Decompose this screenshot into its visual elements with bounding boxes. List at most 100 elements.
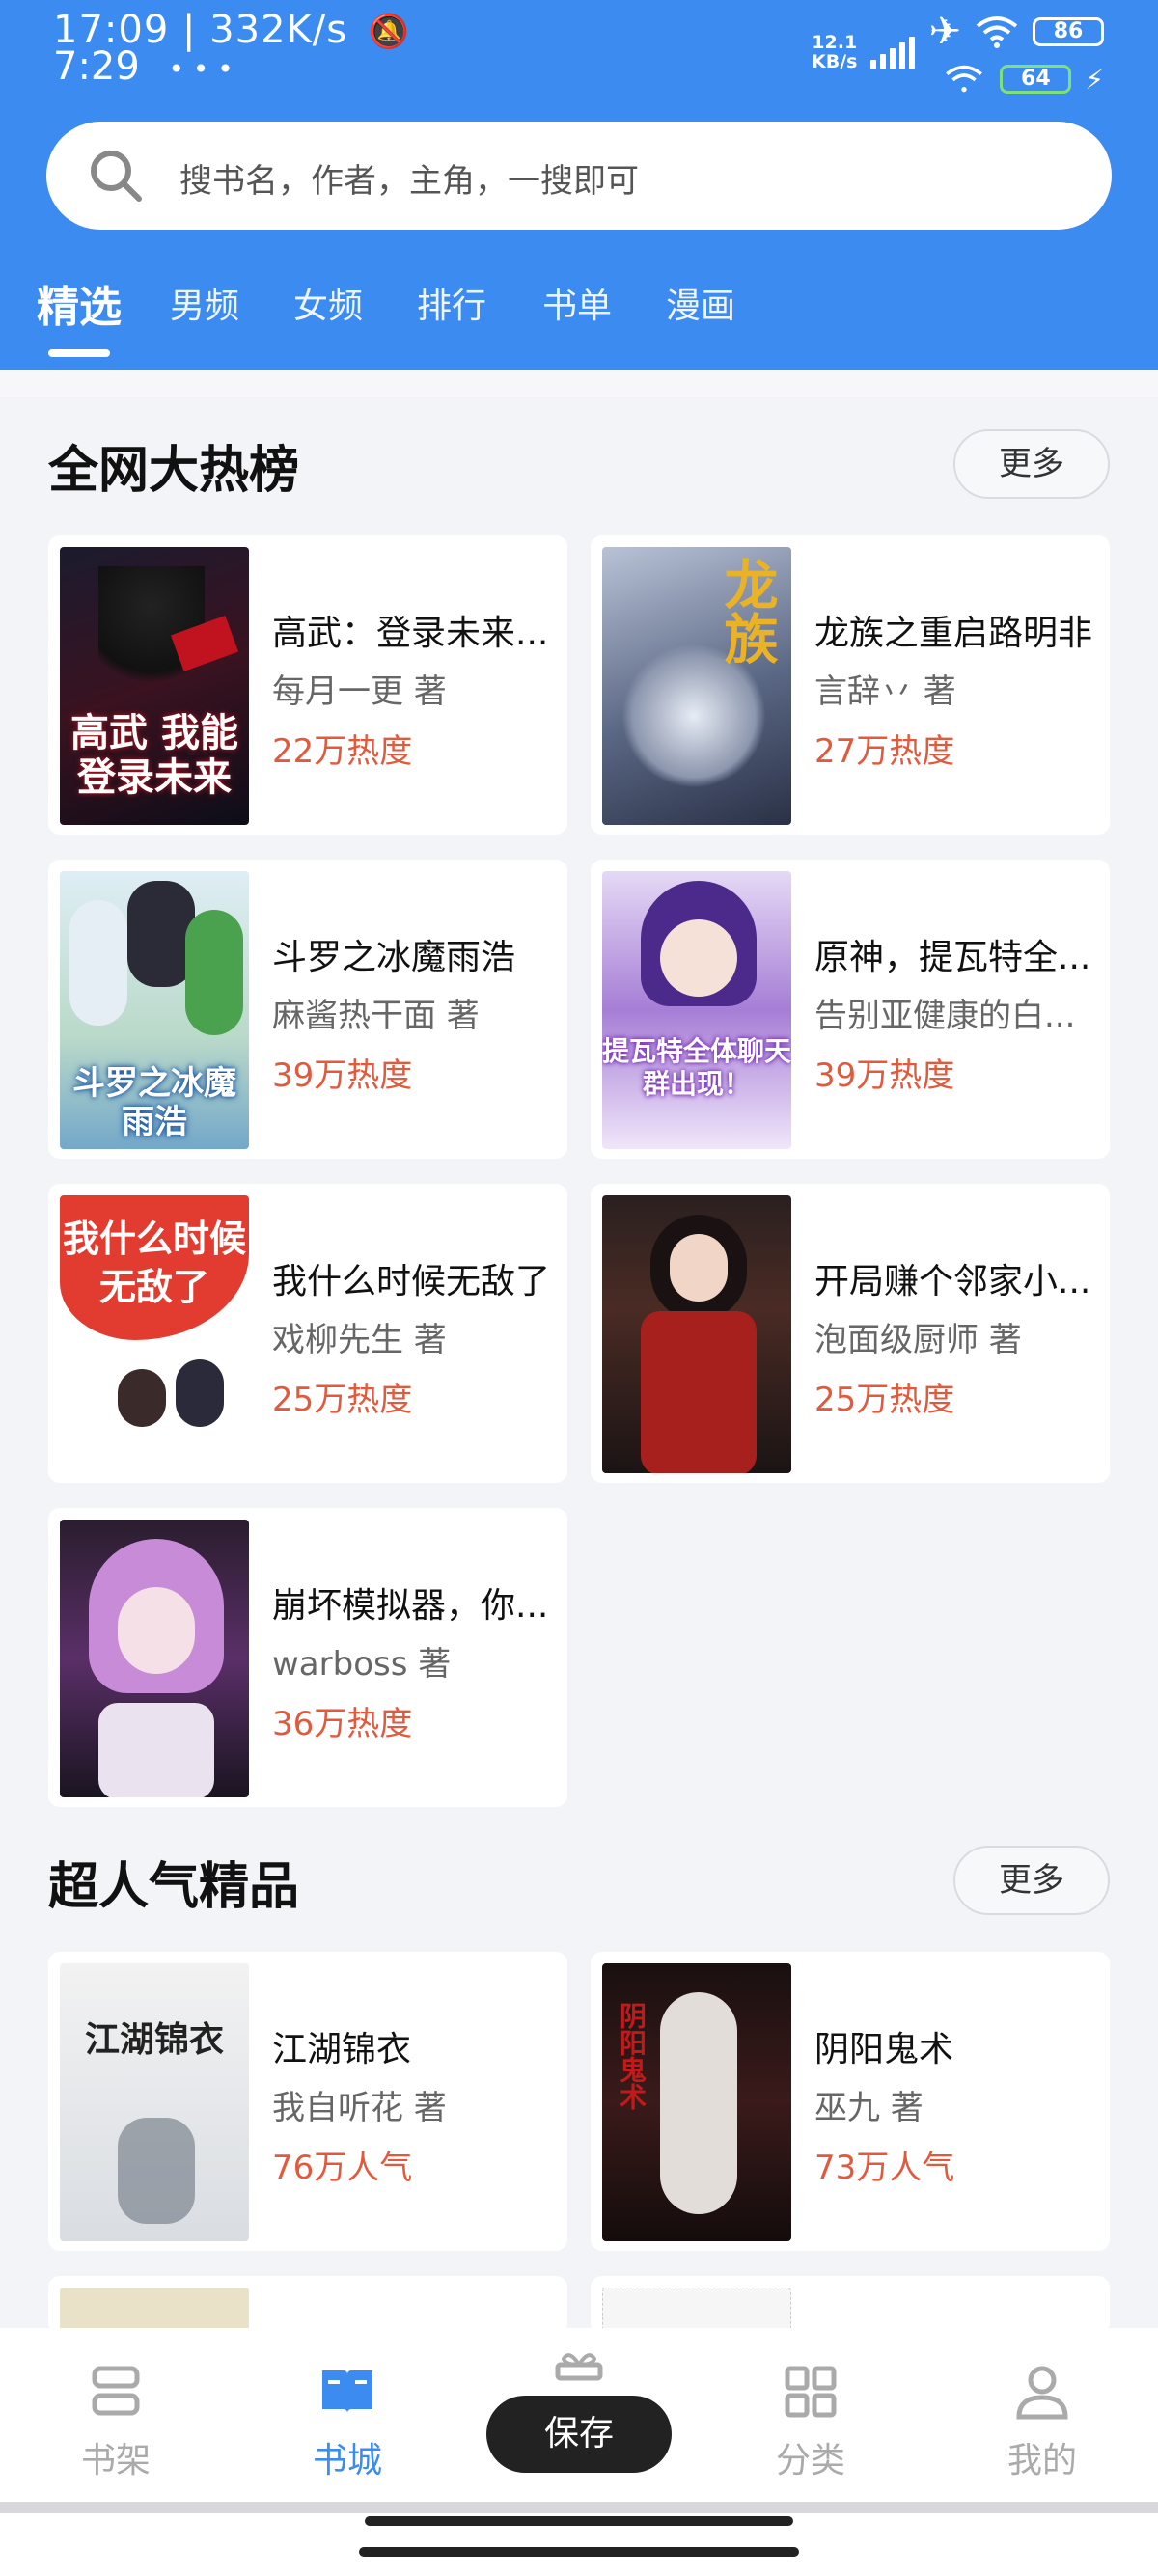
search-bar[interactable]: 搜书名，作者，主角，一搜即可 [46,122,1112,230]
book-card[interactable] [591,2276,1110,2328]
book-author: 每月一更 著 [272,672,447,711]
book-title: 高武：登录未来... [272,614,549,653]
book-title: 开局赚个邻家小... [814,1262,1091,1302]
cover-title: 斗罗之冰魔雨浩 [72,1064,236,1141]
book-cover [602,1195,791,1473]
nav-label: 我的 [1006,2441,1077,2480]
book-popularity: 36万热度 [272,1705,413,1743]
book-author: 泡面级厨师 著 [814,1321,1022,1359]
tab-indicator [48,349,110,357]
book-card[interactable]: 提瓦特全体聊天群出现！ 原神，提瓦特全... 告别亚健康的白... 39万热度 [591,860,1110,1159]
search-icon [91,151,142,202]
airplane-icon: ✈ [928,9,961,54]
nav-category[interactable]: 分类 [695,2328,926,2502]
book-card[interactable]: 高武 我能登录未来 高武：登录未来... 每月一更 著 22万热度 [48,535,567,835]
book-cover: 我什么时候无敌了 [60,1195,249,1473]
mute-bell-icon: 🔕 [368,13,411,51]
status-time-secondary: 7:29 [53,44,140,89]
book-cover [60,1520,249,1797]
book-popularity: 73万人气 [814,2149,955,2187]
book-card[interactable]: 阴阳鬼术 阴阳鬼术 巫九 著 73万人气 [591,1952,1110,2251]
tab-featured[interactable]: 精选 [37,272,122,334]
person-icon [1016,2366,1068,2420]
book-card[interactable] [48,2276,567,2328]
book-popularity: 22万热度 [272,732,413,771]
more-button-hot[interactable]: 更多 [953,429,1110,499]
book-card[interactable]: 我什么时候无敌了 我什么时候无敌了 戏柳先生 著 25万热度 [48,1184,567,1483]
nav-profile[interactable]: 我的 [926,2328,1158,2502]
book-title: 阴阳鬼术 [814,2030,954,2069]
book-title: 我什么时候无敌了 [272,1262,551,1302]
notification-dots-icon: • • • [159,52,234,85]
more-button-popular[interactable]: 更多 [953,1846,1110,1915]
net-speed: 12.1 KB/s [812,32,858,72]
main-content: 全网大热榜 更多 高武 我能登录未来 高武：登录未来... 每月一更 著 22万… [0,370,1158,2328]
book-popularity: 39万热度 [814,1056,955,1095]
wifi-icon [976,15,1018,48]
book-author: 巫九 著 [814,2089,924,2127]
cover-title: 江湖锦衣 [84,2020,224,2060]
nav-bookstore[interactable]: 书城 [232,2328,463,2502]
save-toast[interactable]: 保存 [486,2396,672,2473]
nav-label: 书架 [80,2441,151,2480]
charging-icon: ⚡ [1085,63,1104,96]
app-header: 17:09 | 332K/s 🔕 7:29 • • • 12.1 KB/s ✈ [0,0,1158,370]
cover-title: 提瓦特全体聊天群出现！ [602,1035,791,1100]
book-cover: 江湖锦衣 [60,1963,249,2241]
tab-female[interactable]: 女频 [293,278,363,328]
book-title: 龙族之重启路明非 [814,614,1093,653]
book-popularity: 39万热度 [272,1056,413,1095]
cover-title: 高武 我能登录未来 [70,711,238,800]
tab-comics[interactable]: 漫画 [666,278,735,328]
status-bar: 17:09 | 332K/s 🔕 7:29 • • • 12.1 KB/s ✈ [0,0,1158,106]
book-card[interactable]: 斗罗之冰魔雨浩 斗罗之冰魔雨浩 麻酱热干面 著 39万热度 [48,860,567,1159]
cover-title: 阴阳鬼术 [616,2002,648,2110]
book-author: 戏柳先生 著 [272,1321,447,1359]
tab-ranking[interactable]: 排行 [417,278,486,328]
nav-label: 书城 [312,2441,382,2480]
book-card[interactable]: 江湖锦衣 江湖锦衣 我自听花 著 76万人气 [48,1952,567,2251]
bookshelf-icon [92,2366,140,2416]
book-popularity: 25万热度 [814,1381,955,1419]
book-author: 我自听花 著 [272,2089,447,2127]
book-cover [60,2288,249,2328]
tab-booklist[interactable]: 书单 [542,278,612,328]
search-placeholder: 搜书名，作者，主角，一搜即可 [179,162,639,201]
book-card[interactable]: 崩坏模拟器，你... warboss 著 36万热度 [48,1508,567,1807]
battery-indicator-secondary: 64 [1000,65,1072,94]
book-author: 麻酱热干面 著 [272,997,480,1035]
book-title: 原神，提瓦特全... [814,938,1091,977]
book-author: 告别亚健康的白... [814,997,1076,1035]
book-popularity: 76万人气 [272,2149,413,2187]
book-popularity: 27万热度 [814,732,955,771]
signal-icon [870,35,916,69]
book-author: 言辞丷 著 [814,672,956,711]
home-indicator-secondary [359,2547,799,2557]
category-tabs: 精选 男频 女频 排行 书单 漫画 [0,268,1158,365]
book-cover: 提瓦特全体聊天群出现！ [602,871,791,1149]
book-card[interactable]: 龙族 龙族之重启路明非 言辞丷 著 27万热度 [591,535,1110,835]
battery-indicator: 86 [1033,16,1104,46]
book-cover: 阴阳鬼术 [602,1963,791,2241]
cover-title: 我什么时候无敌了 [62,1218,246,1308]
book-title: 江湖锦衣 [272,2030,412,2069]
tab-male[interactable]: 男频 [170,278,239,328]
book-cover [602,2288,791,2328]
book-title: 崩坏模拟器，你... [272,1586,549,1626]
cover-title: 龙族 [715,557,778,665]
home-indicator[interactable] [365,2516,793,2526]
book-open-icon [322,2370,372,2413]
nav-label: 分类 [775,2441,845,2480]
book-card[interactable]: 开局赚个邻家小... 泡面级厨师 著 25万热度 [591,1184,1110,1483]
grid-icon [785,2366,837,2418]
book-author: warboss 著 [272,1645,452,1684]
nav-bookshelf[interactable]: 书架 [0,2328,232,2502]
section-title-hot: 全网大热榜 [48,442,300,500]
section-title-popular: 超人气精品 [48,1858,300,1916]
book-popularity: 25万热度 [272,1381,413,1419]
book-cover: 高武 我能登录未来 [60,547,249,825]
wifi-icon-secondary [946,65,983,93]
book-cover: 斗罗之冰魔雨浩 [60,871,249,1149]
book-title: 斗罗之冰魔雨浩 [272,938,516,977]
book-cover: 龙族 [602,547,791,825]
